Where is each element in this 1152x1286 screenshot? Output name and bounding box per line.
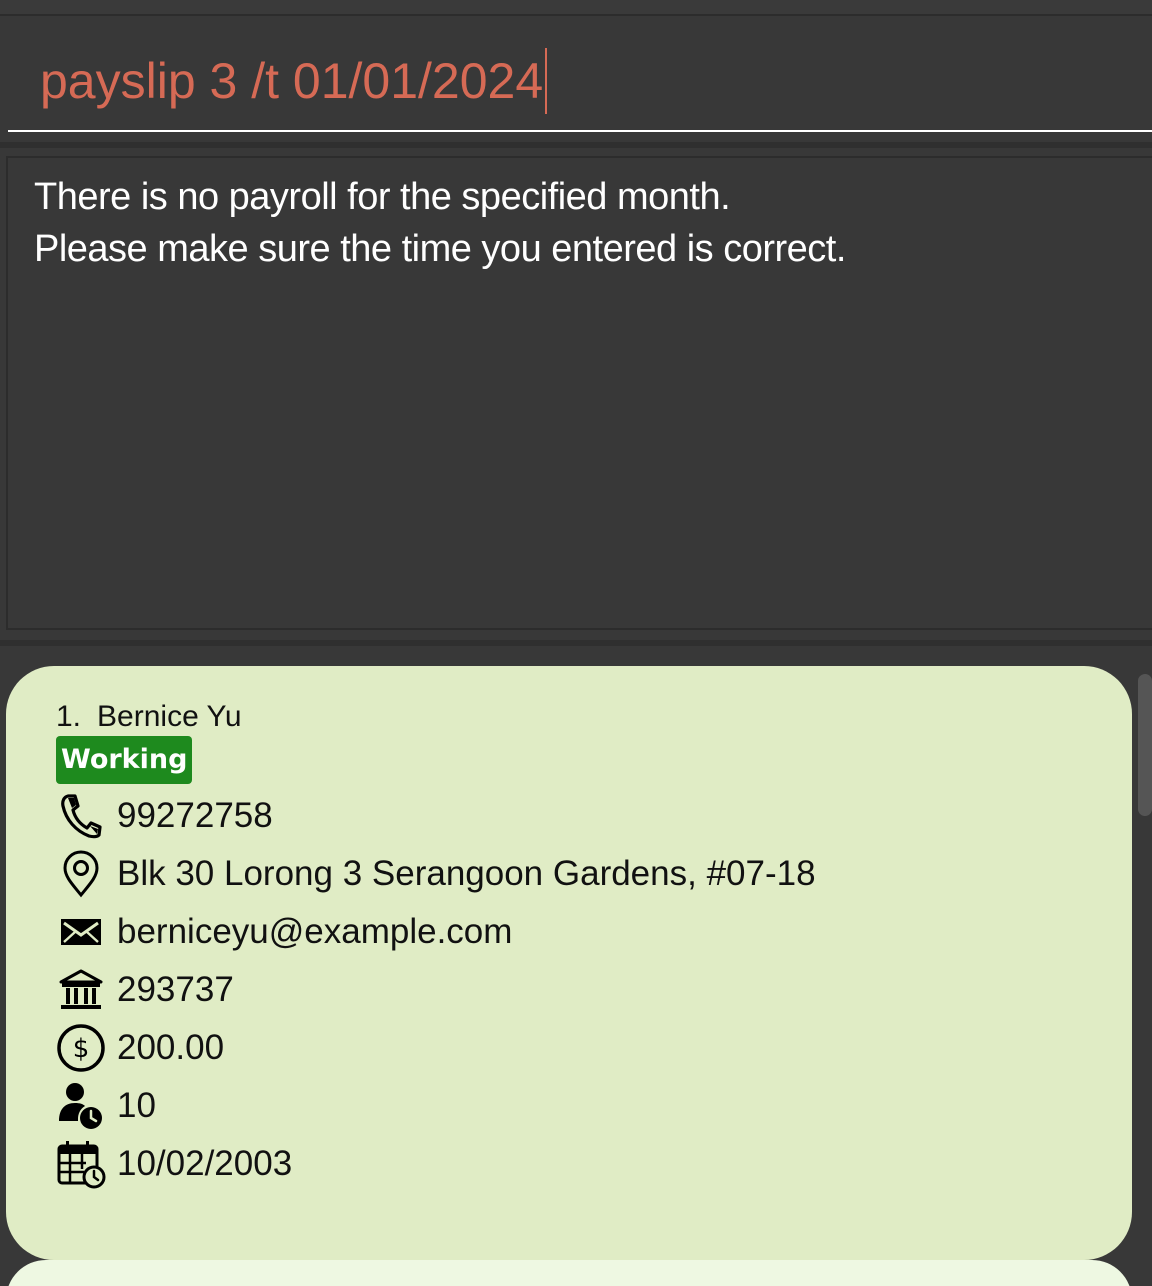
menu-bar-strip [0,0,1152,16]
leave-value: 10 [117,1086,156,1125]
email-value: berniceyu@example.com [117,912,513,951]
bank-account-field: 293737 [56,965,234,1015]
employee-name: Bernice Yu [97,700,242,733]
leave-field: 10 [56,1081,156,1131]
salary-value: 200.00 [117,1028,225,1067]
employee-index: 1. [56,700,82,733]
address-field: Blk 30 Lorong 3 Serangoon Gardens, #07-1… [56,849,816,899]
command-input-text: payslip 3 /t 01/01/2024 [40,53,544,109]
person-clock-icon [56,1081,106,1131]
phone-value: 99272758 [117,796,273,835]
salary-field: $ 200.00 [56,1023,224,1073]
split-divider-top[interactable] [0,142,1152,148]
date-field: 10/02/2003 [56,1139,292,1189]
status-badge: Working [56,736,193,784]
result-display: There is no payroll for the specified mo… [6,156,1152,630]
calendar-clock-icon [56,1139,106,1189]
bank-icon [56,965,106,1015]
employee-name-row: 1. Bernice Yu [56,700,242,734]
phone-icon [56,791,106,841]
address-value: Blk 30 Lorong 3 Serangoon Gardens, #07-1… [117,854,816,893]
envelope-icon [56,907,106,957]
dollar-circle-icon: $ [56,1023,106,1073]
text-caret [545,48,548,114]
bank-account-value: 293737 [117,970,234,1009]
date-value: 10/02/2003 [117,1144,293,1183]
email-field: berniceyu@example.com [56,907,512,957]
result-message-line: Please make sure the time you entered is… [34,228,846,270]
phone-field: 99272758 [56,791,273,841]
location-pin-icon [56,849,106,899]
result-message-line: There is no payroll for the specified mo… [34,176,731,218]
app-window: payslip 3 /t 01/01/2024 There is no payr… [0,0,1152,1286]
command-box[interactable]: payslip 3 /t 01/01/2024 [8,16,1152,132]
list-scrollbar-thumb[interactable] [1138,674,1152,816]
employee-card-next[interactable] [6,1260,1132,1286]
svg-text:$: $ [73,1034,90,1064]
command-input[interactable]: payslip 3 /t 01/01/2024 [40,46,548,116]
employee-card[interactable]: 1. Bernice Yu Working 99272758 Blk 30 Lor… [6,666,1132,1260]
